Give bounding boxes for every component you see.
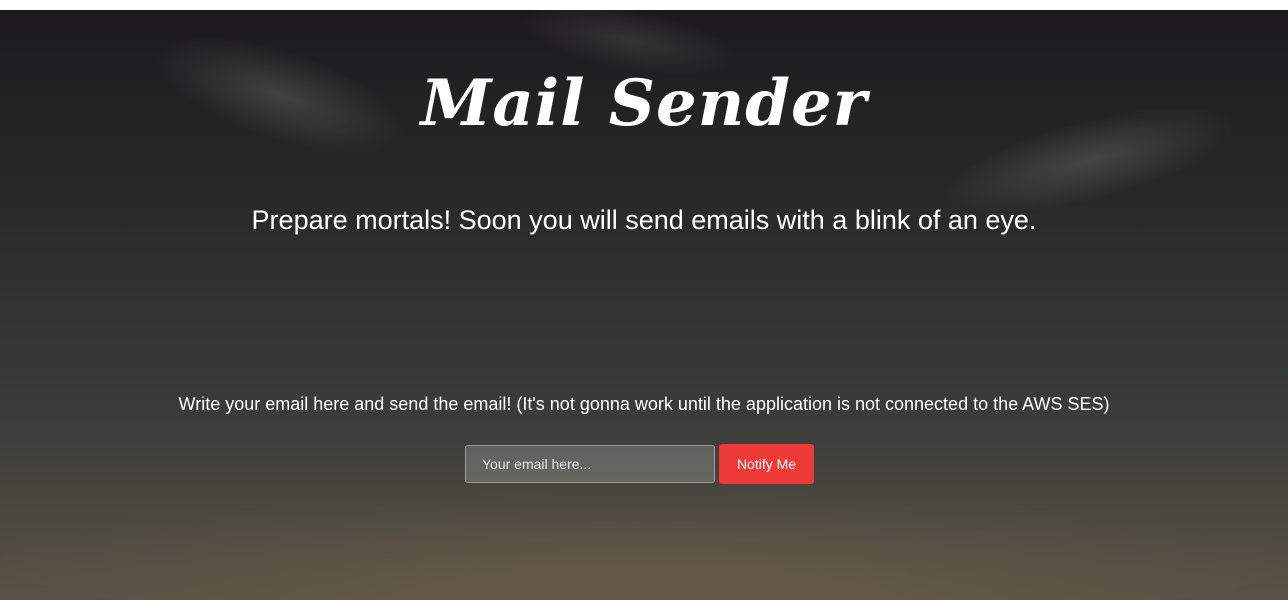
top-strip xyxy=(0,0,1288,10)
tagline: Prepare mortals! Soon you will send emai… xyxy=(251,205,1037,235)
background-horizon-glow xyxy=(0,490,1288,600)
instruction-text: Write your email here and send the email… xyxy=(178,394,1110,414)
notify-me-button[interactable]: Notify Me xyxy=(719,444,814,484)
page-title: Mail Sender xyxy=(420,66,868,141)
hero-section: Mail Sender Prepare mortals! Soon you wi… xyxy=(0,10,1288,600)
email-input[interactable] xyxy=(465,445,715,483)
notify-form: Notify Me xyxy=(465,444,825,484)
